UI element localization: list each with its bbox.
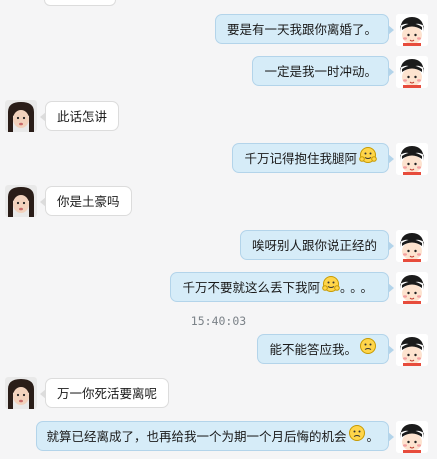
avatar-me[interactable] <box>396 230 428 262</box>
message-bubble-received[interactable]: 你是土豪吗 <box>40 186 132 216</box>
previous-message-fragment <box>44 0 116 6</box>
message-text: 唉呀别人跟你说正经的 <box>251 238 377 253</box>
message-text: 你是土豪吗 <box>57 194 120 209</box>
message-suffix: 。。。 <box>339 280 377 295</box>
message-text: 千万不要就这么丢下我阿 <box>182 280 320 295</box>
sad-emoji-icon <box>348 423 366 453</box>
message-bubble-received[interactable]: 此话怎讲 <box>39 101 120 131</box>
message-bubble-sent[interactable]: 要是有一天我跟你离婚了。 <box>214 14 395 44</box>
message-bubble-sent[interactable]: 千万不要就这么丢下我阿 。。。 <box>170 272 394 304</box>
avatar-me[interactable] <box>396 14 428 46</box>
message-text: 就算已经离成了，也再给我一个为期一个月后悔的机会 <box>46 429 347 444</box>
hug-emoji-icon <box>322 274 340 304</box>
avatar-other[interactable] <box>5 377 37 409</box>
message-suffix: 。 <box>366 429 379 444</box>
avatar-me[interactable] <box>396 421 428 453</box>
message-text: 千万记得抱住我腿阿 <box>244 151 357 166</box>
message-bubble-sent[interactable]: 就算已经离成了，也再给我一个为期一个月后悔的机会 。 <box>36 421 394 453</box>
message-bubble-received[interactable]: 万一你死活要离呢 <box>39 378 170 408</box>
avatar-me[interactable] <box>396 334 428 366</box>
avatar-me[interactable] <box>396 56 428 88</box>
message-text: 能不能答应我。 <box>269 342 357 357</box>
message-text: 要是有一天我跟你离婚了。 <box>226 22 377 37</box>
timestamp: 15:40:03 <box>190 314 247 328</box>
message-bubble-sent[interactable]: 一定是我一时冲动。 <box>252 56 394 86</box>
avatar-other[interactable] <box>5 100 37 132</box>
avatar-other[interactable] <box>5 185 37 217</box>
message-bubble-sent[interactable]: 能不能答应我。 <box>257 334 394 366</box>
message-bubble-sent[interactable]: 千万记得抱住我腿阿 <box>232 143 394 175</box>
hug-emoji-icon <box>359 145 377 175</box>
sad-emoji-icon <box>359 336 377 366</box>
avatar-me[interactable] <box>396 272 428 304</box>
avatar-me[interactable] <box>396 143 428 175</box>
message-text: 万一你死活要离呢 <box>57 386 158 401</box>
message-bubble-sent[interactable]: 唉呀别人跟你说正经的 <box>239 230 395 260</box>
message-text: 一定是我一时冲动。 <box>264 64 377 79</box>
message-text: 此话怎讲 <box>57 109 108 124</box>
